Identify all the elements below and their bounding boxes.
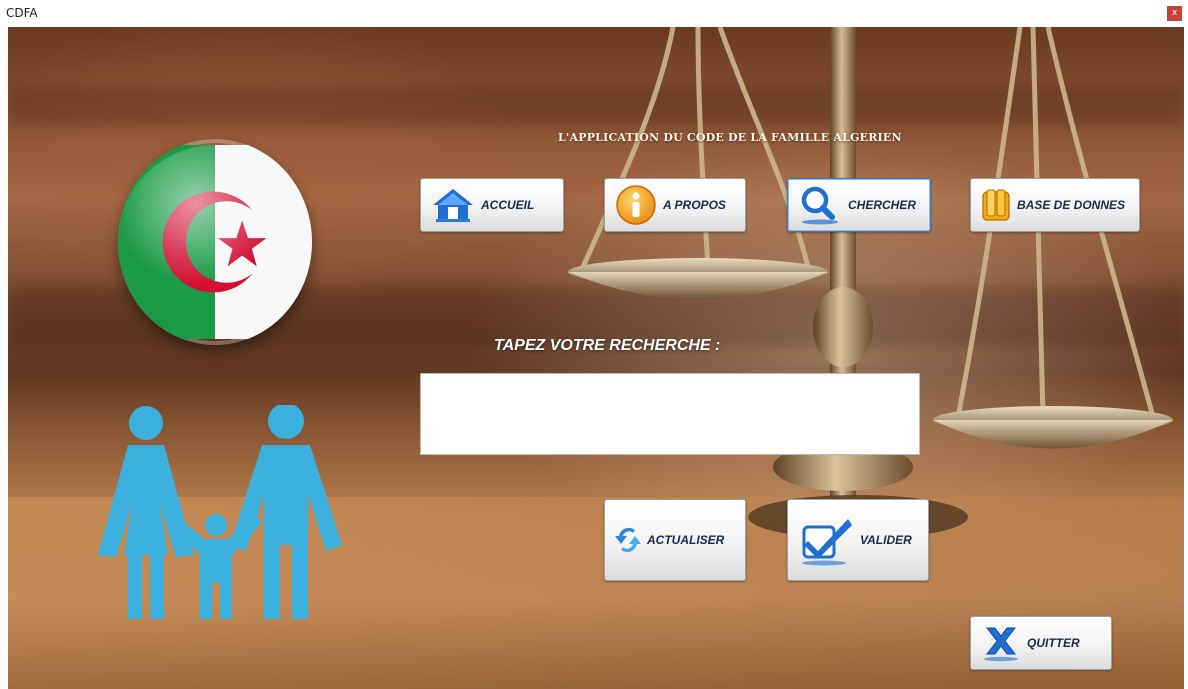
a-propos-label: A PROPOS bbox=[663, 198, 726, 212]
chercher-button[interactable]: CHERCHER bbox=[787, 178, 931, 232]
accueil-button[interactable]: ACCUEIL bbox=[420, 178, 564, 232]
search-icon bbox=[798, 185, 842, 225]
accueil-label: ACCUEIL bbox=[481, 198, 535, 212]
database-icon bbox=[981, 188, 1011, 222]
actualiser-label: ACTUALISER bbox=[647, 533, 725, 547]
a-propos-button[interactable]: A PROPOS bbox=[604, 178, 746, 232]
base-de-donnes-label: BASE DE DONNES bbox=[1017, 198, 1126, 212]
base-de-donnes-button[interactable]: BASE DE DONNES bbox=[970, 178, 1140, 232]
actualiser-button[interactable]: ACTUALISER bbox=[604, 499, 746, 581]
valider-button[interactable]: VALIDER bbox=[787, 499, 929, 581]
family-icon bbox=[98, 405, 342, 619]
valider-label: VALIDER bbox=[860, 533, 912, 547]
checkmark-icon bbox=[798, 513, 854, 567]
refresh-icon bbox=[615, 524, 641, 556]
quitter-label: QUITTER bbox=[1027, 636, 1080, 650]
app-window: CDFA x L'APPLICATION DU CODE DE LA FAMIL… bbox=[0, 0, 1188, 689]
window-close-button[interactable]: x bbox=[1167, 6, 1182, 21]
home-icon bbox=[431, 187, 475, 223]
info-icon bbox=[615, 184, 657, 226]
algeria-flag-icon bbox=[118, 139, 312, 345]
search-label: TAPEZ VOTRE RECHERCHE : bbox=[494, 337, 721, 354]
close-x-icon bbox=[981, 624, 1021, 662]
main-panel: L'APPLICATION DU CODE DE LA FAMILLE ALGE… bbox=[8, 27, 1184, 689]
quitter-button[interactable]: QUITTER bbox=[970, 616, 1112, 670]
window-title: CDFA bbox=[6, 6, 38, 20]
chercher-label: CHERCHER bbox=[848, 198, 917, 212]
title-bar: CDFA x bbox=[0, 0, 1188, 26]
search-input[interactable] bbox=[420, 373, 920, 455]
app-title: L'APPLICATION DU CODE DE LA FAMILLE ALGE… bbox=[558, 131, 902, 144]
